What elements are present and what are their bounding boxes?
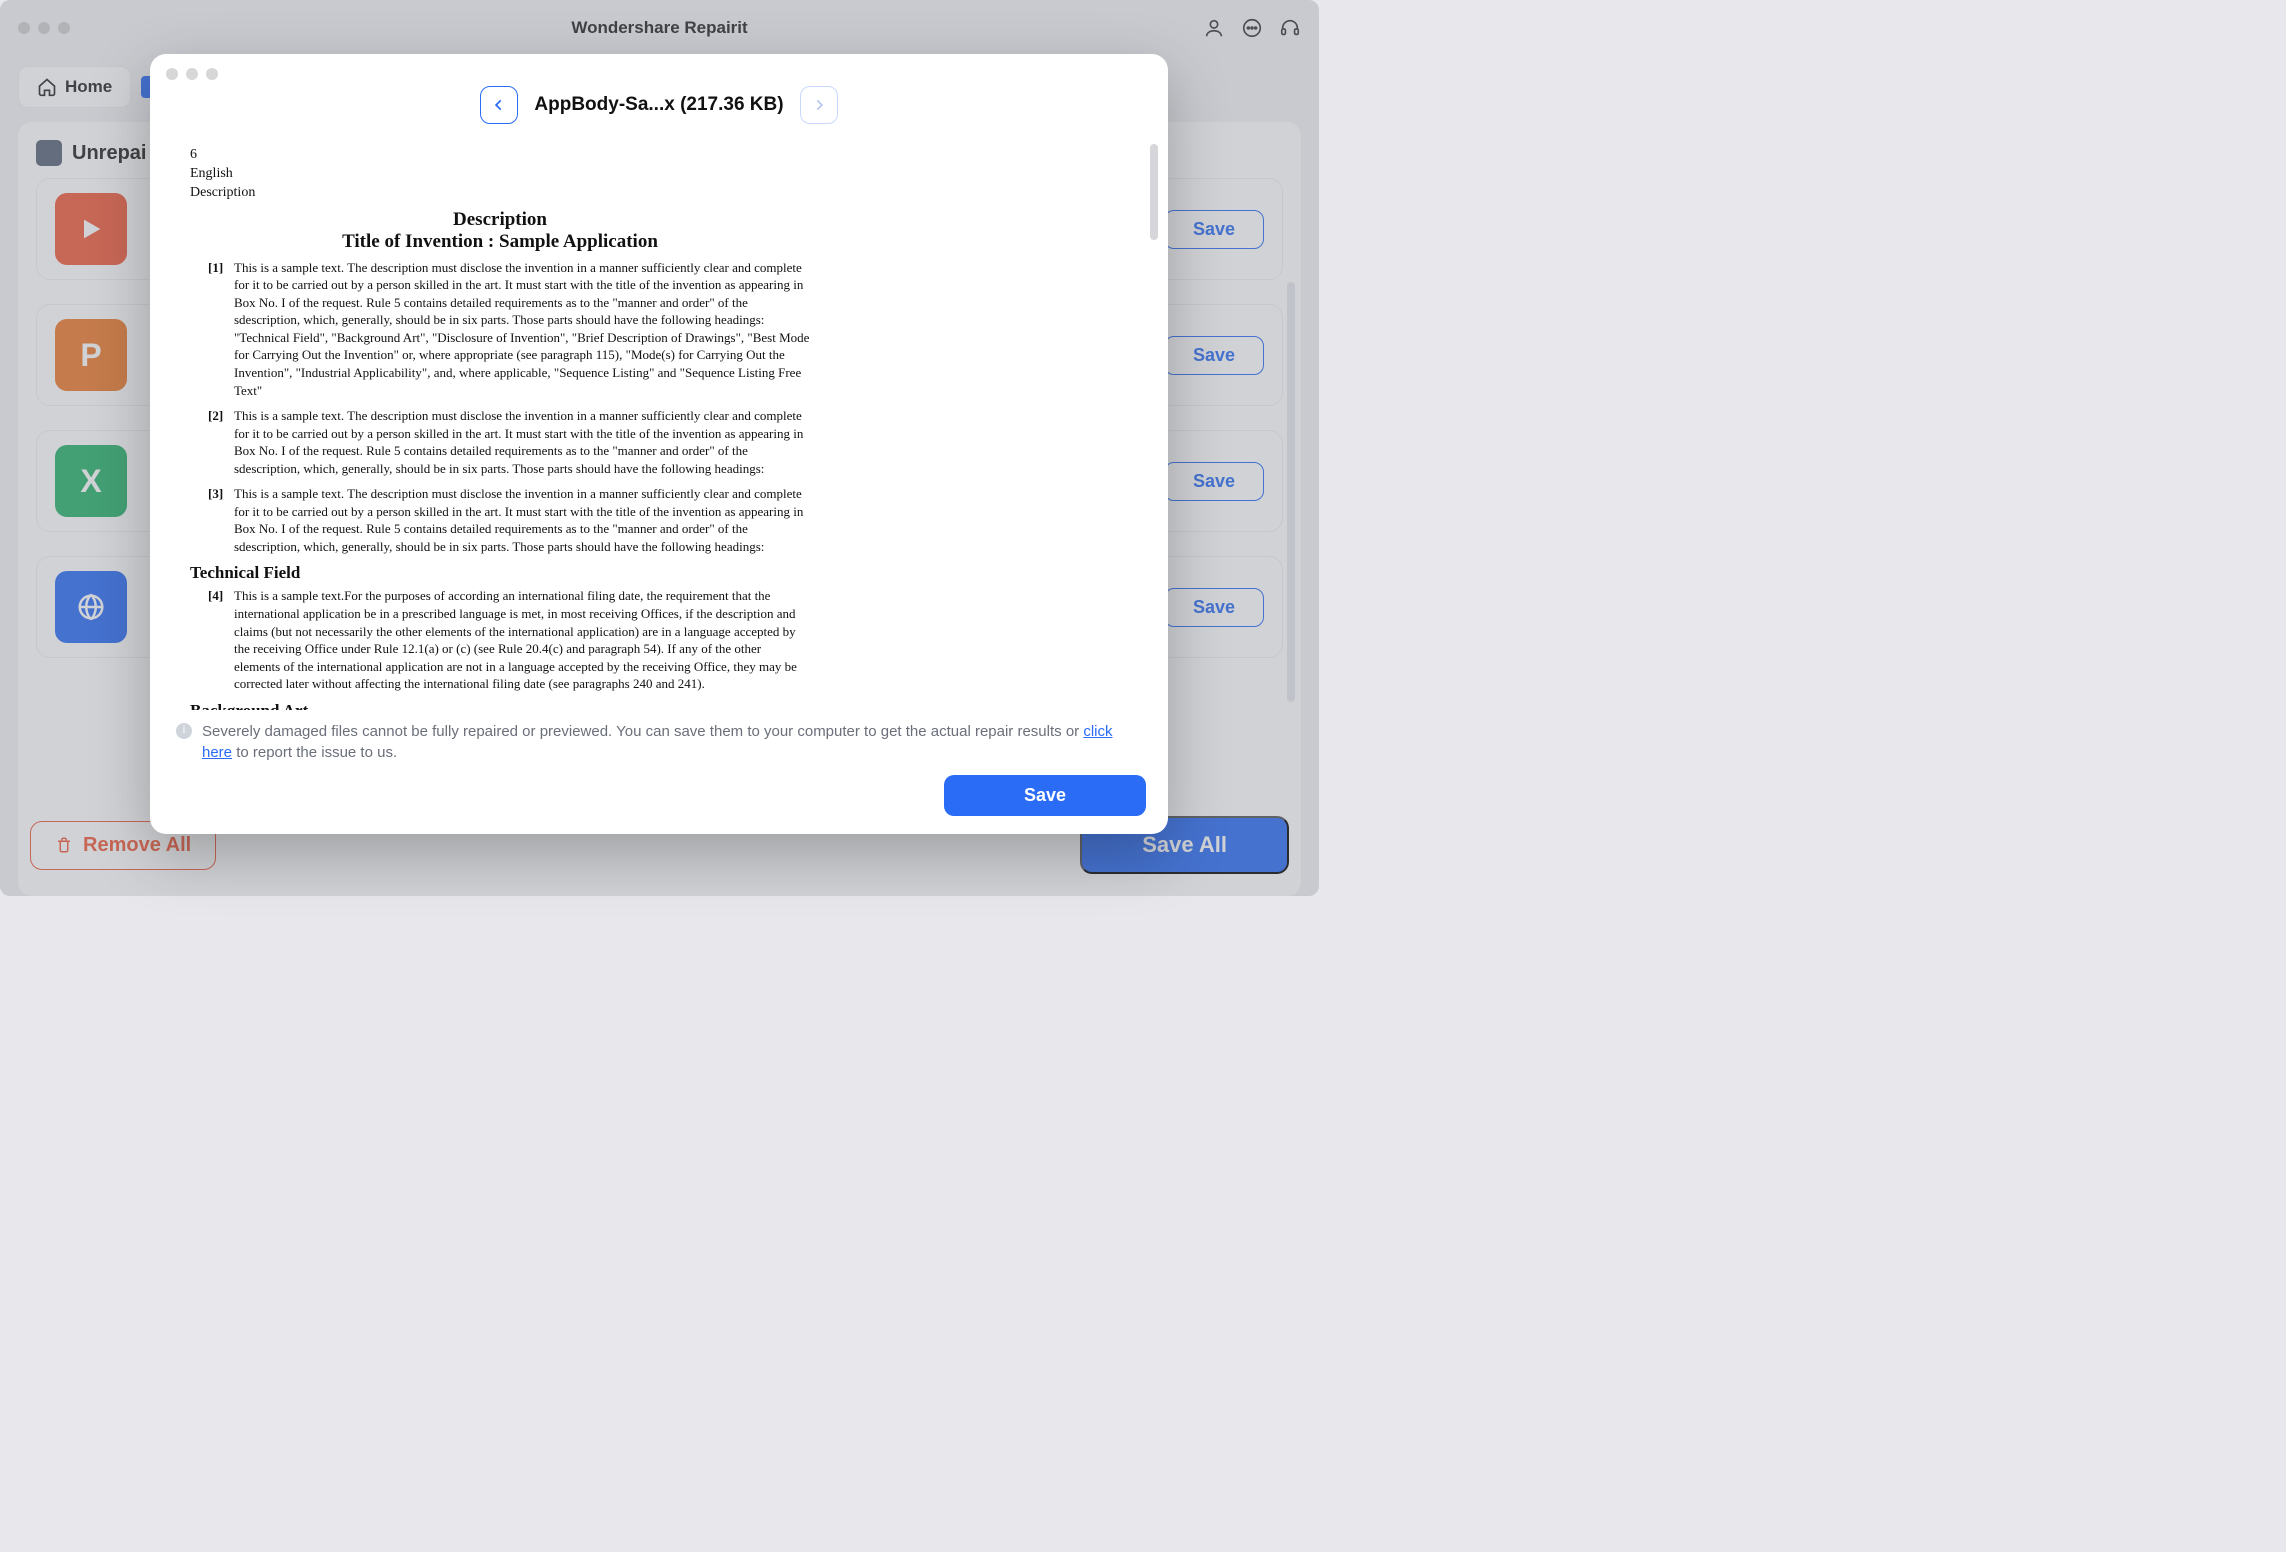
modal-traffic-lights bbox=[150, 54, 1168, 80]
notice-text: Severely damaged files cannot be fully r… bbox=[202, 721, 1142, 763]
minimize-icon[interactable] bbox=[186, 68, 198, 80]
preview-modal: AppBody-Sa...x (217.36 KB) 6 English Des… bbox=[150, 54, 1168, 834]
para-text: This is a sample text.For the purposes o… bbox=[234, 587, 810, 692]
para-text: This is a sample text. The description m… bbox=[234, 485, 810, 555]
notice: i Severely damaged files cannot be fully… bbox=[172, 721, 1146, 775]
para-text: This is a sample text. The description m… bbox=[234, 407, 810, 477]
doc-subheading: Title of Invention : Sample Application bbox=[190, 231, 810, 253]
para-number: [3] bbox=[208, 485, 228, 555]
doc-paragraph: [4] This is a sample text.For the purpos… bbox=[208, 587, 810, 692]
save-button[interactable]: Save bbox=[944, 775, 1146, 816]
doc-meta-num: 6 bbox=[190, 146, 810, 165]
doc-meta: 6 English Description bbox=[190, 146, 810, 203]
close-icon[interactable] bbox=[166, 68, 178, 80]
maximize-icon[interactable] bbox=[206, 68, 218, 80]
info-icon: i bbox=[176, 723, 192, 739]
modal-title: AppBody-Sa...x (217.36 KB) bbox=[534, 94, 783, 116]
preview-body[interactable]: 6 English Description Description Title … bbox=[150, 138, 1168, 710]
doc-heading: Description bbox=[190, 209, 810, 231]
chevron-right-icon bbox=[812, 98, 826, 112]
scrollbar[interactable] bbox=[1150, 144, 1158, 240]
doc-paragraph: [2] This is a sample text. The descripti… bbox=[208, 407, 810, 477]
doc-meta-desc: Description bbox=[190, 184, 810, 203]
doc-meta-lang: English bbox=[190, 165, 810, 184]
doc-paragraph: [1] This is a sample text. The descripti… bbox=[208, 259, 810, 399]
para-number: [2] bbox=[208, 407, 228, 477]
notice-post: to report the issue to us. bbox=[232, 744, 397, 761]
para-number: [1] bbox=[208, 259, 228, 399]
prev-button[interactable] bbox=[480, 86, 518, 124]
chevron-left-icon bbox=[492, 98, 506, 112]
doc-section-title: Background Art bbox=[190, 701, 810, 710]
para-text: This is a sample text. The description m… bbox=[234, 259, 810, 399]
doc-paragraph: [3] This is a sample text. The descripti… bbox=[208, 485, 810, 555]
para-number: [4] bbox=[208, 587, 228, 692]
document-page: 6 English Description Description Title … bbox=[190, 138, 810, 710]
doc-section-title: Technical Field bbox=[190, 563, 810, 583]
modal-header: AppBody-Sa...x (217.36 KB) bbox=[150, 80, 1168, 138]
modal-footer: i Severely damaged files cannot be fully… bbox=[150, 710, 1168, 834]
next-button[interactable] bbox=[800, 86, 838, 124]
notice-pre: Severely damaged files cannot be fully r… bbox=[202, 723, 1083, 740]
